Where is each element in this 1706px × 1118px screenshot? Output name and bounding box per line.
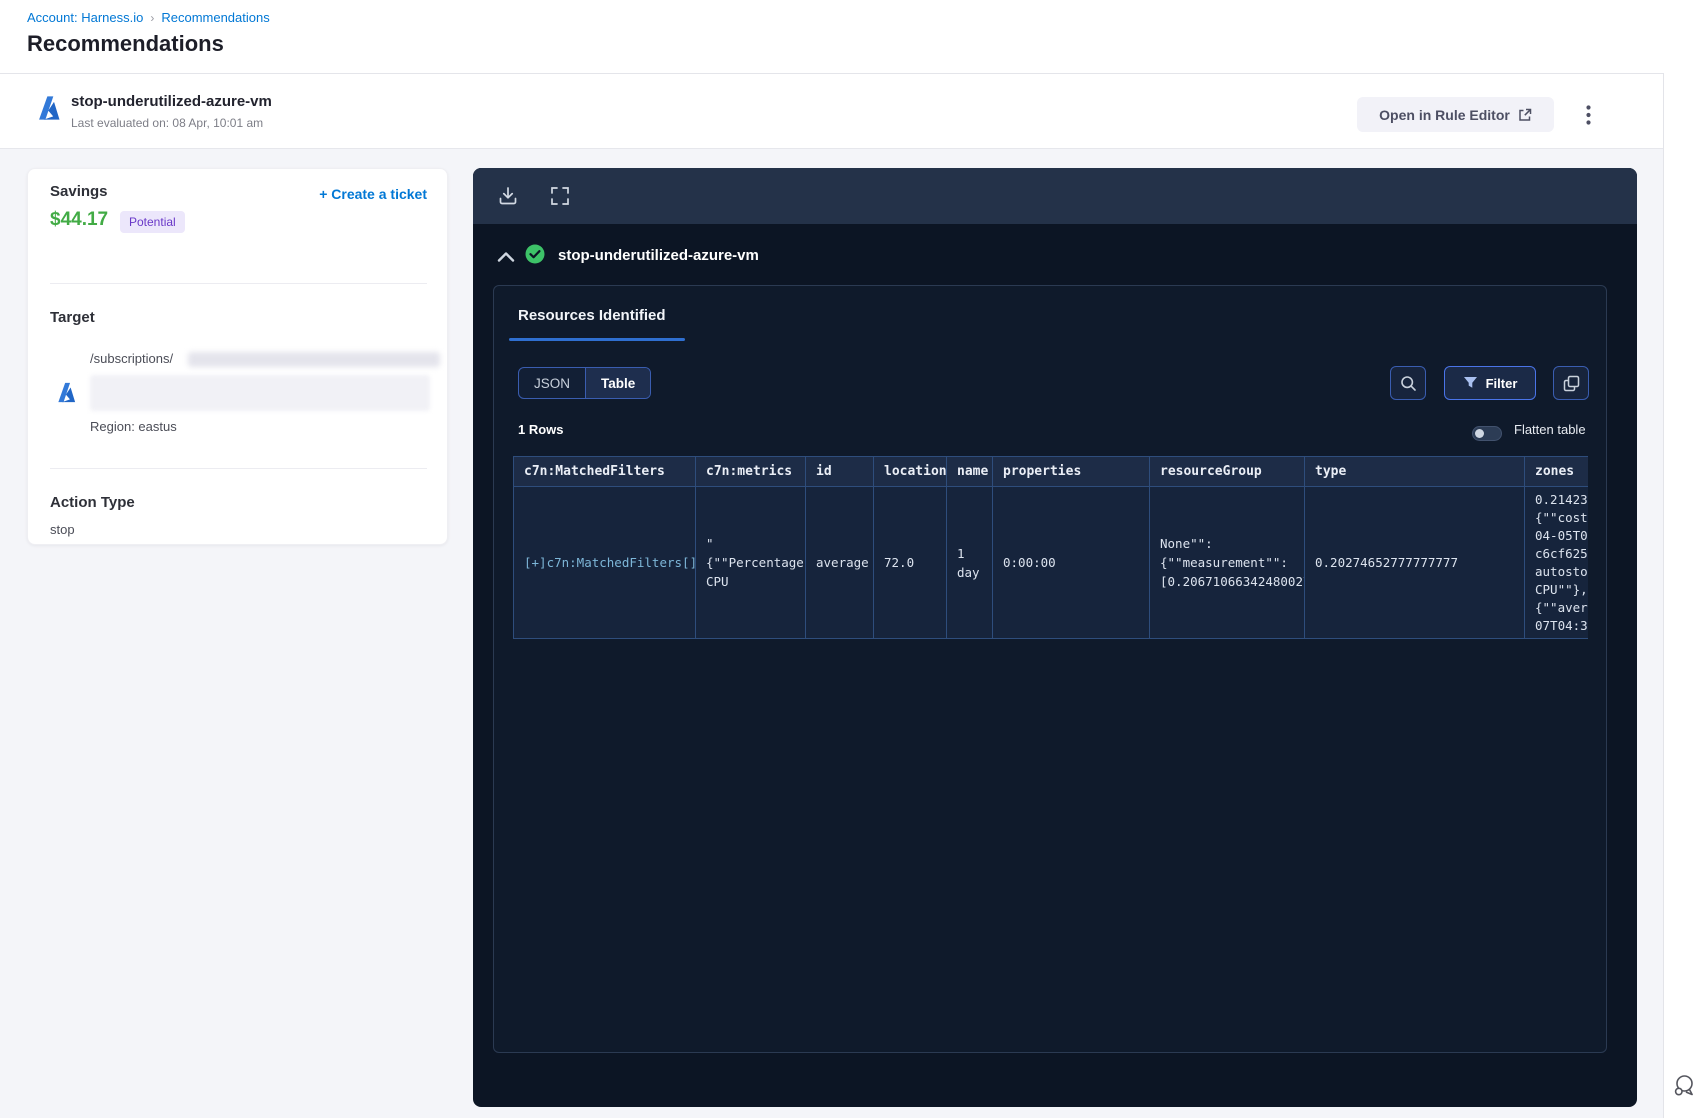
breadcrumb-account-link[interactable]: Account: Harness.io [27,10,143,25]
redacted-target-block [90,375,430,411]
col-header-name: name [946,456,993,487]
cell-text: CPU [706,574,729,589]
recommendations-page: Account: Harness.io › Recommendations Re… [0,0,1706,1118]
cell-text: [0.20671066342480027 [1160,574,1305,589]
fullscreen-icon[interactable] [549,185,571,207]
kebab-icon [1585,105,1591,125]
tab-resources-identified[interactable]: Resources Identified [518,307,666,324]
cell-name: 1 day [946,486,993,639]
flatten-table-label: Flatten table [1514,422,1586,437]
breadcrumb: Account: Harness.io › Recommendations [27,10,270,25]
panel-rule-title: stop-underutilized-azure-vm [558,247,759,264]
potential-badge: Potential [120,211,185,233]
search-icon [1400,375,1416,391]
cell-text: 72.0 [884,555,915,570]
flatten-table-toggle[interactable] [1472,426,1502,441]
download-icon[interactable] [497,185,519,207]
resources-card: Resources Identified JSON Table Filter 1… [493,285,1607,1053]
cell-text: c6cf625 [1535,545,1588,561]
redacted-subscription-id [188,352,440,367]
savings-amount: $44.17 [50,209,109,230]
action-type-value: stop [50,522,75,537]
card-divider [50,468,427,469]
col-header-metrics: c7n:metrics [695,456,806,487]
col-header-properties: properties [992,456,1150,487]
last-evaluated-text: Last evaluated on: 08 Apr, 10:01 am [71,116,264,130]
open-in-rule-editor-button[interactable]: Open in Rule Editor [1357,97,1554,132]
col-header-id: id [805,456,874,487]
cell-properties: 0:00:00 [992,486,1150,639]
resources-table: c7n:MatchedFilters c7n:metrics id locati… [513,456,1588,639]
col-header-type: type [1304,456,1525,487]
toggle-knob [1475,429,1484,438]
page-title: Recommendations [27,31,224,56]
matched-filters-expand-link[interactable]: [+]c7n:MatchedFilters[] [524,555,695,570]
col-header-location: location [873,456,947,487]
cell-text: {""cost [1535,509,1588,525]
cell-zones: 0.21423 {""cost 04-05T0 c6cf625 autosto … [1524,486,1588,639]
cell-text: None"": [1160,536,1213,551]
target-path: /subscriptions/ [90,351,174,366]
search-button[interactable] [1390,366,1426,400]
copy-button[interactable] [1553,366,1589,400]
table-header-row: c7n:MatchedFilters c7n:metrics id locati… [513,456,1588,487]
azure-icon-small [58,382,76,403]
view-toggle-json[interactable]: JSON [519,368,585,398]
cell-text: 04-05T0 [1535,527,1588,543]
copy-icon [1563,375,1579,391]
card-divider [50,283,427,284]
filter-button[interactable]: Filter [1444,366,1536,400]
breadcrumb-separator: › [150,10,155,25]
summary-card: Savings + Create a ticket $44.17 Potenti… [27,168,448,545]
cell-text: average [816,555,869,570]
cell-text: {""Percentage [706,555,804,570]
kebab-menu-button[interactable] [1572,101,1604,129]
target-label: Target [50,309,95,326]
savings-label: Savings [50,183,108,200]
cell-text: 0.21423 [1535,491,1588,507]
action-type-label: Action Type [50,494,135,511]
recommendation-name: stop-underutilized-azure-vm [71,93,272,110]
open-in-rule-editor-label: Open in Rule Editor [1379,106,1510,123]
target-region: Region: eastus [90,419,177,434]
view-toggle: JSON Table [518,367,652,399]
support-chat-icon[interactable] [1671,1072,1699,1100]
right-rail [1663,73,1706,1118]
cell-text: " [706,536,714,551]
cell-text: 0.20274652777777777 [1315,555,1458,570]
cell-text: 1 [957,545,965,561]
breadcrumb-current-link[interactable]: Recommendations [161,10,269,25]
results-panel: stop-underutilized-azure-vm Resources Id… [473,168,1637,1107]
header-divider [0,73,1663,74]
collapse-chevron-icon[interactable] [497,250,515,264]
external-link-icon [1519,108,1532,121]
cell-text: 07T04:3 [1535,617,1588,633]
cell-metrics: " {""Percentage CPU [695,486,806,639]
cell-text: {""measurement"": [1160,555,1288,570]
cell-text: autosto [1535,563,1588,579]
cell-type: 0.20274652777777777 [1304,486,1525,639]
create-ticket-button[interactable]: + Create a ticket [319,186,427,202]
cell-text: day [957,564,980,580]
cell-matched-filters: [+]c7n:MatchedFilters[] [513,486,696,639]
azure-icon [39,96,60,120]
cell-text: CPU""}, [1535,581,1588,597]
col-header-matched-filters: c7n:MatchedFilters [513,456,696,487]
table-row: [+]c7n:MatchedFilters[] " {""Percentage … [513,486,1588,639]
panel-toolbar [473,168,1637,224]
cell-resource-group: None"": {""measurement"": [0.20671066342… [1149,486,1305,639]
filter-funnel-icon [1463,377,1477,388]
success-check-icon [525,244,545,264]
cell-text: {""aver [1535,599,1588,615]
col-header-zones: zones [1524,456,1588,487]
rows-count: 1 Rows [518,422,564,437]
cell-text: 0:00:00 [1003,555,1056,570]
filter-label: Filter [1485,375,1518,391]
cell-location: 72.0 [873,486,947,639]
cell-id: average [805,486,874,639]
resources-table-wrapper[interactable]: c7n:MatchedFilters c7n:metrics id locati… [513,456,1588,639]
view-toggle-table[interactable]: Table [585,368,651,398]
col-header-resource-group: resourceGroup [1149,456,1305,487]
tab-underline [509,338,685,341]
